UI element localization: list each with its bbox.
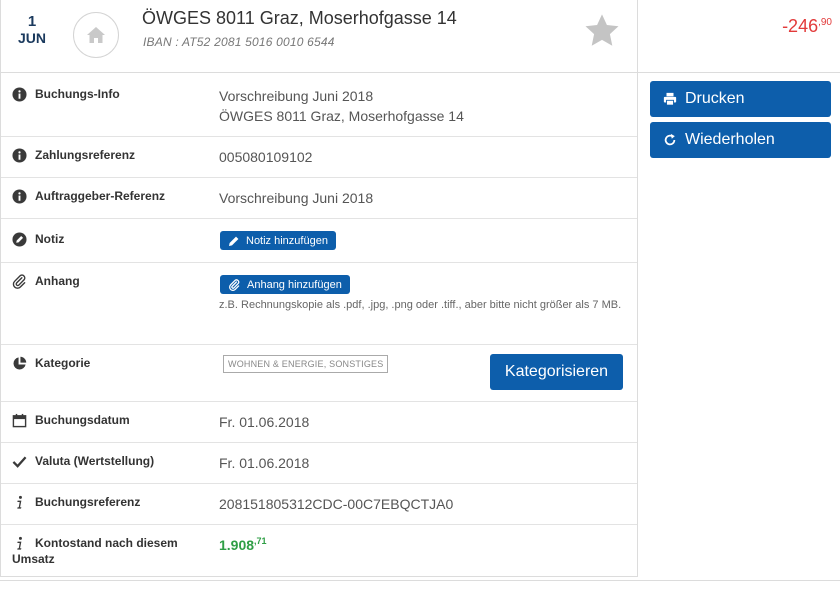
value-buchungs-info: Vorschreibung Juni 2018 ÖWGES 8011 Graz,… — [219, 86, 464, 126]
add-note-button[interactable]: Notiz hinzufügen — [220, 231, 336, 250]
label-anhang: Anhang — [35, 274, 80, 288]
repeat-icon — [664, 133, 676, 146]
value-zahlungsreferenz: 005080109102 — [219, 149, 313, 165]
row-kontostand: Kontostand nach diesem Umsatz 1.908,71 — [1, 525, 637, 576]
row-zahlungsreferenz: Zahlungsreferenz 005080109102 — [1, 137, 637, 178]
repeat-button[interactable]: Wiederholen — [650, 122, 831, 158]
transaction-details: Buchungs-Info Vorschreibung Juni 2018 ÖW… — [0, 73, 638, 577]
label-zahlungsreferenz: Zahlungsreferenz — [35, 148, 136, 162]
attachment-hint: z.B. Rechnungskopie als .pdf, .jpg, .png… — [219, 299, 622, 311]
info-circle-icon — [12, 148, 27, 163]
value-kontostand: 1.908,71 — [219, 535, 267, 557]
transaction-date: 1 JUN — [12, 13, 52, 47]
label-kontostand: Kontostand nach diesem — [35, 536, 178, 550]
print-button[interactable]: Drucken — [650, 81, 831, 117]
label-valuta: Valuta (Wertstellung) — [35, 454, 155, 468]
row-notiz: Notiz Notiz hinzufügen — [1, 219, 637, 263]
value-buchungsdatum: Fr. 01.06.2018 — [219, 414, 310, 430]
amount-main: -246 — [782, 16, 819, 36]
pencil-icon — [229, 236, 239, 246]
buchungs-info-line1: Vorschreibung Juni 2018 — [219, 88, 374, 104]
row-anhang: Anhang Anhang hinzufügen z.B. Rechnungsk… — [1, 263, 637, 345]
row-buchungsdatum: Buchungsdatum Fr. 01.06.2018 — [1, 402, 637, 443]
value-valuta: Fr. 01.06.2018 — [219, 455, 310, 471]
value-auftraggeber-referenz: Vorschreibung Juni 2018 — [219, 190, 374, 206]
add-attachment-button[interactable]: Anhang hinzufügen — [220, 275, 350, 294]
transaction-amount: -246,90 — [782, 16, 832, 37]
checkmark-icon — [12, 456, 27, 468]
kontostand-cents: ,71 — [254, 536, 267, 546]
repeat-label: Wiederholen — [685, 131, 775, 148]
info-circle-icon — [12, 87, 27, 102]
notiz-container: Notiz hinzufügen — [220, 231, 336, 252]
home-icon — [87, 27, 105, 43]
date-day: 1 — [27, 13, 37, 30]
transaction-header: 1 JUN ÖWGES 8011 Graz, Moserhofgasse 14 … — [0, 0, 840, 73]
add-attachment-label: Anhang hinzufügen — [247, 278, 342, 291]
calendar-icon — [12, 413, 27, 428]
label-buchungs-info: Buchungs-Info — [35, 87, 120, 101]
row-buchungs-info: Buchungs-Info Vorschreibung Juni 2018 ÖW… — [1, 73, 637, 137]
row-kategorie: Kategorie WOHNEN & ENERGIE, SONSTIGES Ka… — [1, 345, 637, 402]
paperclip-icon — [229, 278, 240, 291]
info-circle-icon — [12, 189, 27, 204]
header-left-border — [0, 0, 1, 73]
paperclip-icon — [12, 274, 26, 289]
label-notiz: Notiz — [35, 232, 65, 246]
label-kontostand-line2: Umsatz — [12, 552, 55, 566]
amount-cents: ,90 — [818, 17, 832, 28]
date-month: JUN — [17, 30, 46, 46]
category-pie-icon — [13, 356, 27, 370]
value-buchungsreferenz: 208151805312CDC-00C7EBQCTJA0 — [219, 496, 454, 512]
printer-icon — [663, 92, 677, 106]
info-i-icon — [17, 536, 22, 550]
pencil-circle-icon — [12, 232, 27, 247]
label-kategorie: Kategorie — [35, 356, 91, 370]
transaction-title: ÖWGES 8011 Graz, Moserhofgasse 14 — [142, 8, 457, 28]
info-i-icon — [17, 495, 22, 509]
category-avatar — [73, 12, 119, 58]
bottom-divider — [0, 580, 840, 581]
row-buchungsreferenz: Buchungsreferenz 208151805312CDC-00C7EBQ… — [1, 484, 637, 525]
header-divider — [637, 0, 638, 73]
category-tag: WOHNEN & ENERGIE, SONSTIGES — [223, 355, 389, 373]
favorite-star-icon[interactable] — [583, 12, 621, 55]
row-valuta: Valuta (Wertstellung) Fr. 01.06.2018 — [1, 443, 637, 484]
label-buchungsreferenz: Buchungsreferenz — [35, 495, 141, 509]
anhang-container: Anhang hinzufügen — [220, 275, 350, 296]
label-auftraggeber-referenz: Auftraggeber-Referenz — [35, 189, 166, 203]
transaction-iban: IBAN : AT52 2081 5016 0010 6544 — [143, 35, 335, 49]
row-auftraggeber-referenz: Auftraggeber-Referenz Vorschreibung Juni… — [1, 178, 637, 219]
label-buchungsdatum: Buchungsdatum — [35, 413, 130, 427]
add-note-label: Notiz hinzufügen — [246, 234, 328, 247]
kontostand-main: 1.908 — [219, 537, 255, 553]
buchungs-info-line2: ÖWGES 8011 Graz, Moserhofgasse 14 — [219, 108, 464, 124]
categorize-button[interactable]: Kategorisieren — [490, 354, 623, 390]
print-label: Drucken — [685, 90, 745, 107]
